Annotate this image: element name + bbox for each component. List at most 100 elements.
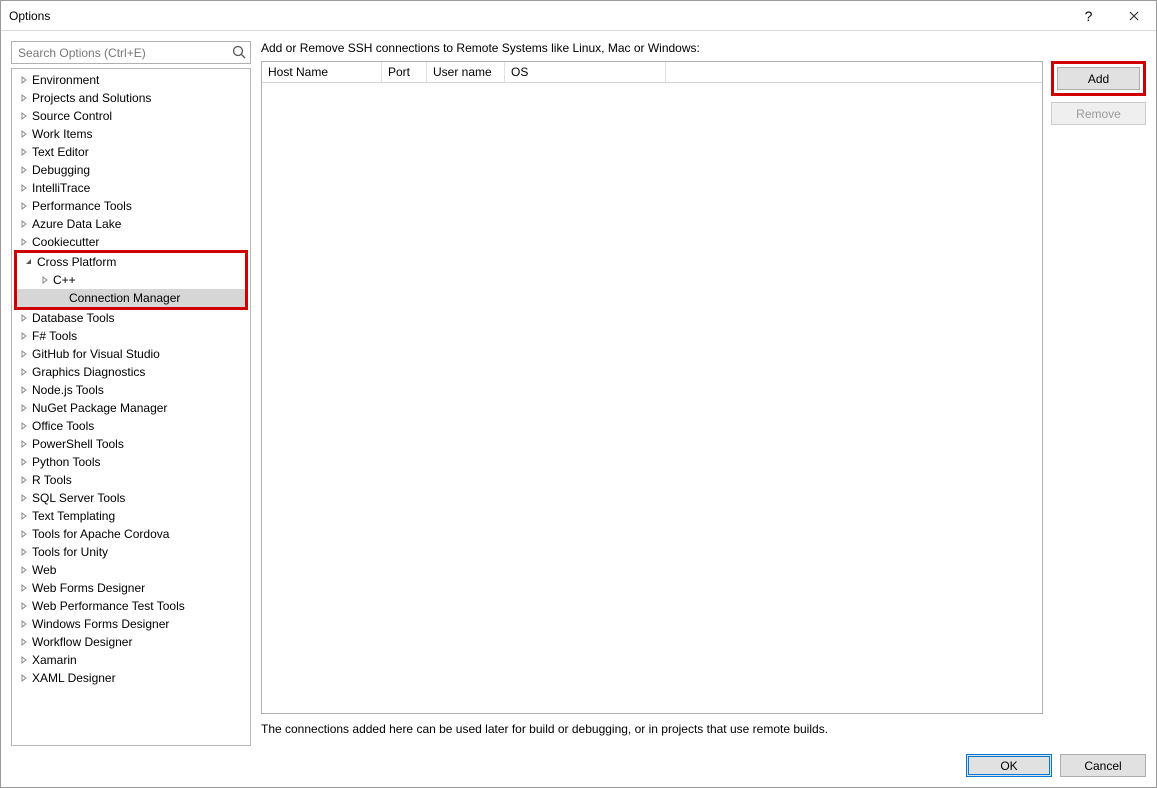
tree-item[interactable]: Cookiecutter [12, 233, 250, 251]
tree-item[interactable]: Debugging [12, 161, 250, 179]
add-button[interactable]: Add [1057, 67, 1140, 90]
chevron-right-icon[interactable] [18, 546, 30, 558]
cancel-button[interactable]: Cancel [1060, 754, 1146, 777]
tree-item[interactable]: Environment [12, 71, 250, 89]
chevron-right-icon[interactable] [18, 510, 30, 522]
chevron-right-icon[interactable] [18, 564, 30, 576]
tree-item-connection-manager[interactable]: Connection Manager [17, 289, 245, 307]
chevron-right-icon[interactable] [18, 366, 30, 378]
tree-item[interactable]: Tools for Apache Cordova [12, 525, 250, 543]
options-dialog: Options ? EnvironmentProjects and Soluti… [0, 0, 1157, 788]
chevron-right-icon[interactable] [18, 420, 30, 432]
tree-label: Database Tools [32, 311, 115, 325]
tree-item[interactable]: SQL Server Tools [12, 489, 250, 507]
connections-table[interactable]: Host Name Port User name OS [261, 61, 1043, 714]
tree-item[interactable]: Graphics Diagnostics [12, 363, 250, 381]
chevron-right-icon[interactable] [18, 236, 30, 248]
tree-item[interactable]: IntelliTrace [12, 179, 250, 197]
chevron-right-icon[interactable] [18, 582, 30, 594]
col-port[interactable]: Port [382, 62, 427, 82]
tree-label: Web Forms Designer [32, 581, 145, 595]
chevron-right-icon[interactable] [18, 618, 30, 630]
search-input[interactable] [11, 41, 251, 64]
tree-item[interactable]: Tools for Unity [12, 543, 250, 561]
tree-item[interactable]: Node.js Tools [12, 381, 250, 399]
tree-item[interactable]: Azure Data Lake [12, 215, 250, 233]
col-username[interactable]: User name [427, 62, 505, 82]
chevron-right-icon[interactable] [18, 474, 30, 486]
tree-item[interactable]: Python Tools [12, 453, 250, 471]
tree-label: SQL Server Tools [32, 491, 125, 505]
dialog-footer: OK Cancel [1, 746, 1156, 787]
col-os[interactable]: OS [505, 62, 665, 82]
chevron-right-icon[interactable] [18, 182, 30, 194]
tree-label: Source Control [32, 109, 112, 123]
search-icon[interactable] [231, 44, 247, 60]
highlight-add: Add [1051, 61, 1146, 96]
chevron-right-icon[interactable] [39, 274, 51, 286]
tree-item[interactable]: Source Control [12, 107, 250, 125]
chevron-right-icon[interactable] [18, 218, 30, 230]
chevron-right-icon[interactable] [18, 402, 30, 414]
tree-label: Environment [32, 73, 99, 87]
chevron-right-icon[interactable] [18, 348, 30, 360]
tree-item[interactable]: Web Forms Designer [12, 579, 250, 597]
tree-item-cpp[interactable]: C++ [17, 271, 245, 289]
chevron-right-icon[interactable] [18, 456, 30, 468]
tree-item[interactable]: Xamarin [12, 651, 250, 669]
tree-item[interactable]: F# Tools [12, 327, 250, 345]
tree-item[interactable]: NuGet Package Manager [12, 399, 250, 417]
chevron-right-icon[interactable] [18, 110, 30, 122]
chevron-right-icon[interactable] [18, 164, 30, 176]
tree-item[interactable]: Workflow Designer [12, 633, 250, 651]
chevron-right-icon[interactable] [18, 312, 30, 324]
help-icon: ? [1085, 8, 1093, 24]
tree-label: Cross Platform [37, 255, 116, 269]
tree-item[interactable]: Work Items [12, 125, 250, 143]
tree-label: Graphics Diagnostics [32, 365, 145, 379]
chevron-down-icon[interactable] [23, 256, 35, 268]
tree-item[interactable]: R Tools [12, 471, 250, 489]
tree-item-cross-platform[interactable]: Cross Platform [17, 253, 245, 271]
chevron-right-icon[interactable] [18, 600, 30, 612]
tree-item[interactable]: Web Performance Test Tools [12, 597, 250, 615]
chevron-right-icon[interactable] [18, 200, 30, 212]
chevron-right-icon[interactable] [18, 330, 30, 342]
tree-label: NuGet Package Manager [32, 401, 167, 415]
tree-label: Node.js Tools [32, 383, 104, 397]
tree-label: Xamarin [32, 653, 77, 667]
tree-label: Tools for Apache Cordova [32, 527, 169, 541]
tree-item[interactable]: Text Templating [12, 507, 250, 525]
chevron-right-icon[interactable] [18, 146, 30, 158]
chevron-right-icon[interactable] [18, 528, 30, 540]
chevron-right-icon[interactable] [18, 492, 30, 504]
close-button[interactable] [1111, 1, 1156, 30]
table-body [262, 83, 1042, 713]
help-button[interactable]: ? [1066, 1, 1111, 30]
tree-item[interactable]: GitHub for Visual Studio [12, 345, 250, 363]
tree-item[interactable]: XAML Designer [12, 669, 250, 687]
chevron-right-icon[interactable] [18, 636, 30, 648]
ok-button[interactable]: OK [966, 754, 1052, 777]
tree-item[interactable]: PowerShell Tools [12, 435, 250, 453]
tree-item[interactable]: Projects and Solutions [12, 89, 250, 107]
chevron-right-icon[interactable] [18, 654, 30, 666]
chevron-right-icon[interactable] [18, 92, 30, 104]
tree-item[interactable]: Office Tools [12, 417, 250, 435]
chevron-right-icon[interactable] [18, 128, 30, 140]
col-hostname[interactable]: Host Name [262, 62, 382, 82]
tree-item[interactable]: Performance Tools [12, 197, 250, 215]
tree-label: Web [32, 563, 56, 577]
tree-item[interactable]: Database Tools [12, 309, 250, 327]
hint-text: The connections added here can be used l… [261, 714, 1146, 746]
options-tree[interactable]: Environment Projects and Solutions Source … [11, 68, 251, 746]
chevron-right-icon[interactable] [18, 672, 30, 684]
chevron-right-icon[interactable] [18, 74, 30, 86]
tree-item[interactable]: Text Editor [12, 143, 250, 161]
chevron-right-icon[interactable] [18, 438, 30, 450]
close-icon [1129, 11, 1139, 21]
tree-item[interactable]: Web [12, 561, 250, 579]
tree-item[interactable]: Windows Forms Designer [12, 615, 250, 633]
chevron-right-icon[interactable] [18, 384, 30, 396]
tree-label: Office Tools [32, 419, 94, 433]
